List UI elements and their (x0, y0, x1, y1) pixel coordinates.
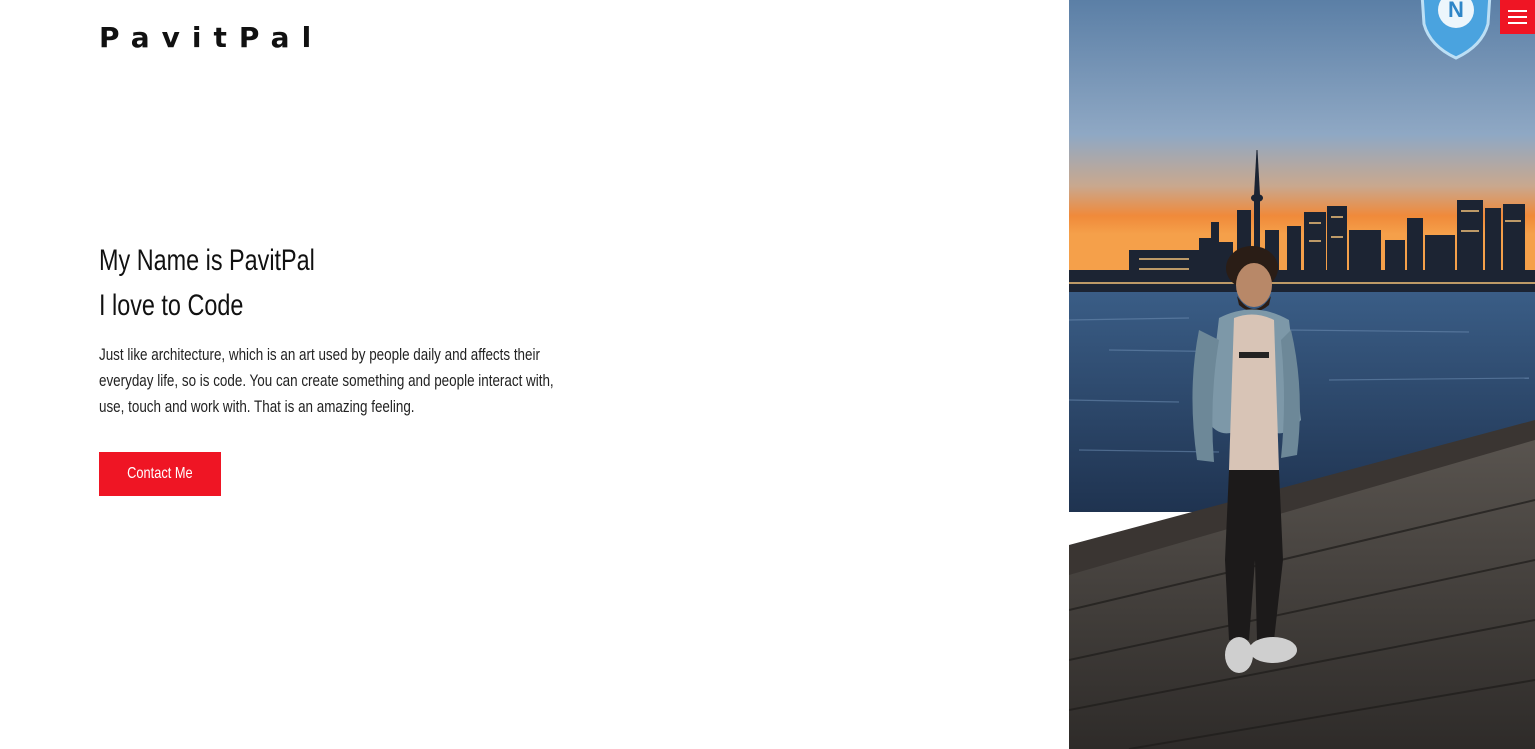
contact-me-label: Contact Me (127, 465, 193, 482)
shield-badge-icon[interactable]: N (1416, 0, 1496, 60)
hero-description: Just like architecture, which is an art … (99, 345, 554, 416)
hero-photo (1069, 0, 1535, 749)
hero-heading-line1: My Name is PavitPal (99, 244, 315, 277)
hero-heading-line2: I love to Code (99, 289, 244, 322)
badge-letter: N (1448, 0, 1464, 22)
hamburger-icon[interactable] (1500, 0, 1535, 34)
menu-bar (1508, 10, 1527, 12)
contact-me-button[interactable]: Contact Me (99, 452, 221, 496)
menu-bar (1508, 16, 1527, 18)
menu-bar (1508, 22, 1527, 24)
site-logo[interactable]: PavitPal (99, 20, 323, 56)
hero-section: My Name is PavitPal I love to Code Just … (99, 238, 599, 420)
